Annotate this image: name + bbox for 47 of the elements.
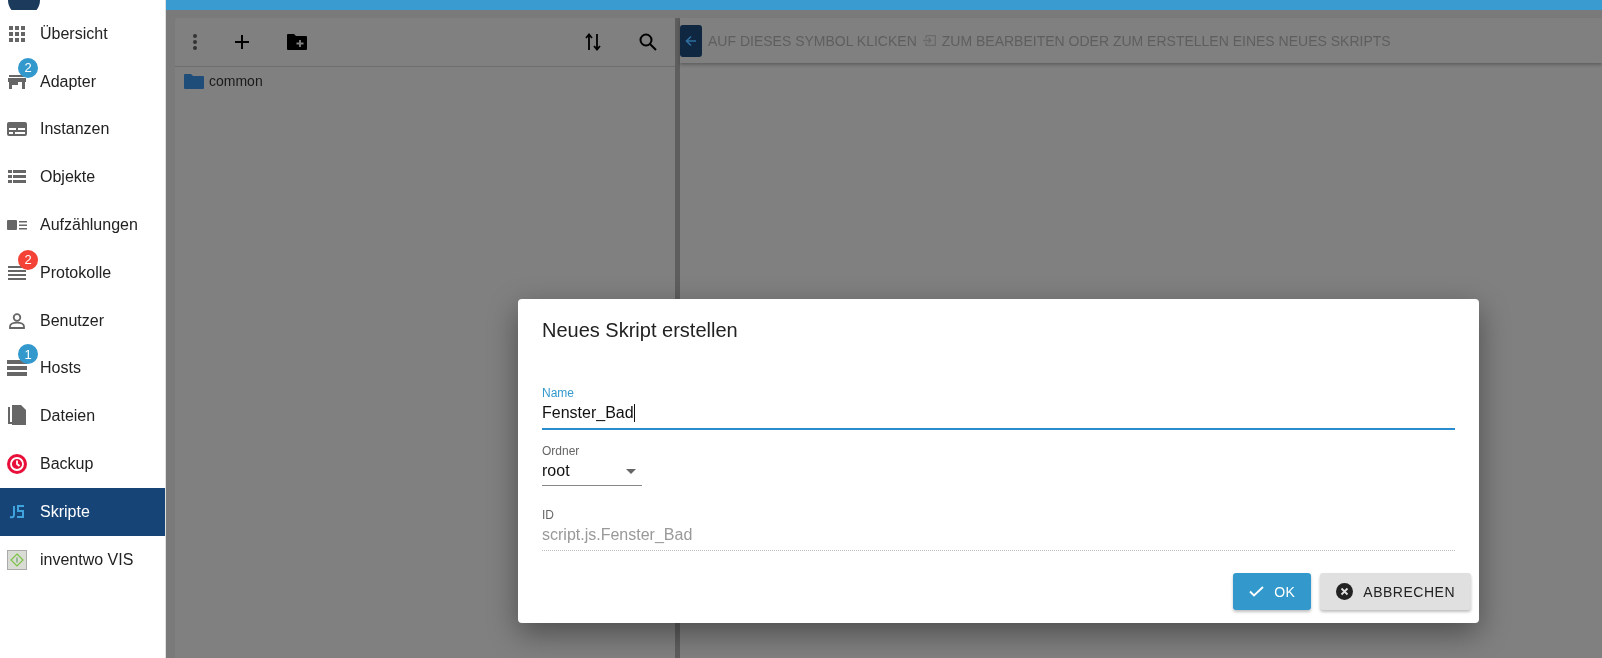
sidebar-item[interactable]: Skripte [0,487,165,536]
sort-icon[interactable] [585,33,601,51]
clock-icon [7,454,27,475]
folder-icon [184,73,204,89]
close-icon [1336,583,1354,600]
user-icon [9,312,25,329]
search-icon[interactable] [639,33,657,51]
sidebar-item[interactable]: inventwo VIS [0,535,165,584]
field-label: Name [542,386,575,400]
image-list-icon [7,219,27,232]
panel-icon [7,121,27,138]
server-icon [7,360,27,377]
sidebar-item[interactable]: 2 Protokolle [0,249,165,297]
list-icon [8,169,26,186]
folder-plus-icon[interactable] [287,34,307,50]
sidebar-item[interactable]: Dateien [0,392,165,441]
sidebar-item[interactable]: Instanzen [0,105,165,154]
sidebar-item[interactable]: 1 Hosts [0,344,165,393]
sidebar-item[interactable]: Übersicht [0,10,165,58]
store-icon [8,73,26,90]
more-vertical-icon[interactable] [193,34,197,50]
sidebar-item[interactable]: 2 Adapter [0,57,165,106]
back-button[interactable] [680,24,702,57]
grid-icon [9,25,25,42]
dialog-title: Neues Skript erstellen [542,319,739,342]
sidebar-item[interactable]: Objekte [0,153,165,202]
arrow-left-icon [685,34,697,47]
sidebar-item[interactable]: Benutzer [0,296,165,345]
name-input-field[interactable]: Fenster_Bad [542,404,1455,430]
diamond-icon [7,549,27,570]
sidebar-item[interactable]: Aufzählungen [0,201,165,249]
tree-item[interactable]: common [175,67,675,95]
dropdown-caret-icon [626,468,636,474]
sidebar-item[interactable]: Backup [0,440,165,488]
folder-select[interactable]: root [542,462,642,486]
count-badge: 2 [18,249,38,270]
check-icon [1249,586,1265,597]
count-badge: 1 [18,344,38,365]
files-icon [8,405,26,428]
field-label: ID [542,508,555,522]
id-field: script.js.Fenster_Bad [542,526,1455,551]
plus-icon[interactable] [235,35,249,49]
count-badge: 2 [18,57,38,78]
js-logo-icon [9,504,25,519]
lines-icon [8,265,26,280]
field-label: Ordner [542,444,581,458]
cancel-button[interactable]: ABBRECHEN [1320,573,1471,610]
